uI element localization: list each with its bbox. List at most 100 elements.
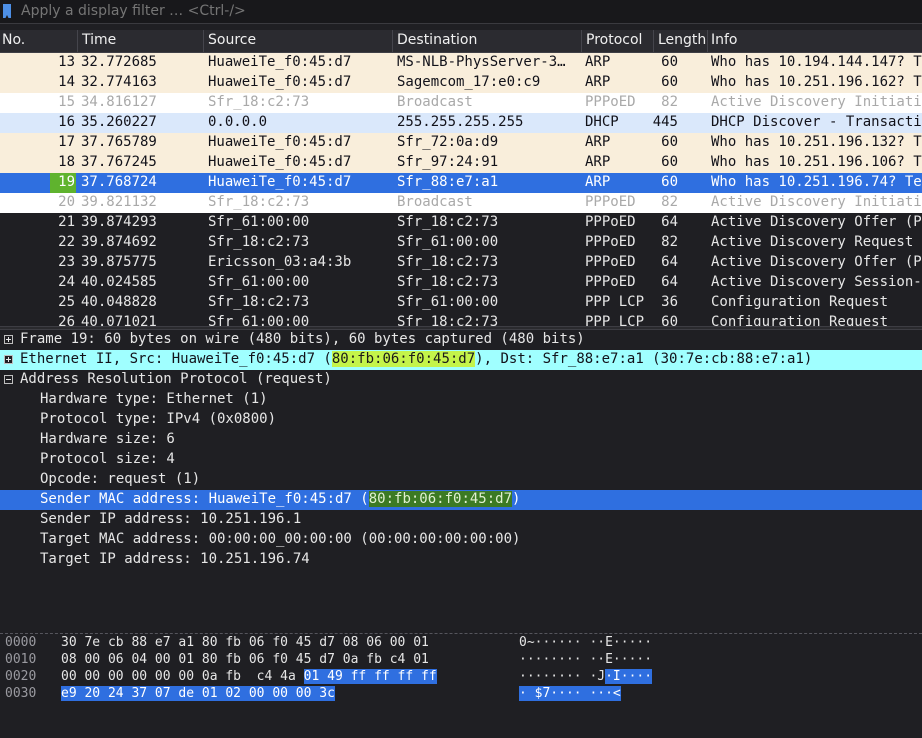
cell-len: 64 (661, 274, 678, 290)
hex-line[interactable]: 0000 30 7e cb 88 e7 a1 80 fb 06 f0 45 d7… (0, 635, 922, 652)
cell-no: 23 (58, 254, 75, 270)
packet-row[interactable]: 21 39.874293 Sfr_61:00:00 Sfr_18:c2:73 PPPoE… (0, 213, 922, 233)
packet-row[interactable]: 20 39.821132 Sfr_18:c2:73 Broadcast PPPoED 82… (0, 193, 922, 213)
cell-dst: Sagemcom_17:e0:c9 (397, 74, 541, 90)
col-length[interactable]: Length (658, 32, 706, 48)
detail-opcode[interactable]: Opcode: request (1) (0, 470, 922, 490)
cell-len: 82 (661, 94, 678, 110)
bookmark-icon[interactable] (3, 4, 11, 19)
cell-len: 36 (661, 294, 678, 310)
cell-info: Configuration Request (711, 294, 889, 310)
cell-dst: Sfr_18:c2:73 (397, 314, 499, 326)
cell-no: 21 (58, 214, 75, 230)
packet-bytes: 0000 30 7e cb 88 e7 a1 80 fb 06 f0 45 d7… (0, 633, 922, 738)
packet-row[interactable]: 15 34.816127 Sfr_18:c2:73 Broadcast PPPoED 82… (0, 93, 922, 113)
cell-no: 16 (58, 114, 75, 130)
packet-row[interactable]: 22 39.874692 Sfr_18:c2:73 Sfr_61:00:00 PPPoE… (0, 233, 922, 253)
cell-no: 14 (58, 74, 75, 90)
col-destination[interactable]: Destination (397, 32, 477, 48)
cell-len: 82 (661, 234, 678, 250)
cell-src: HuaweiTe_f0:45:d7 (208, 174, 352, 190)
packet-row[interactable]: 16 35.260227 0.0.0.0 255.255.255.255 DHCP 445… (0, 113, 922, 133)
cell-dst: MS-NLB-PhysServer-3… (397, 54, 566, 70)
cell-time: 35.260227 (81, 114, 157, 130)
cell-src: Sfr_18:c2:73 (208, 234, 310, 250)
packet-row[interactable]: 26 40.071021 Sfr_61:00:00 Sfr_18:c2:73 PPP L… (0, 313, 922, 326)
cell-src: Sfr_61:00:00 (208, 214, 310, 230)
col-time[interactable]: Time (82, 32, 116, 48)
cell-proto: PPP LCP (585, 294, 645, 310)
cell-len: 445 (652, 114, 678, 130)
cell-no: 25 (58, 294, 75, 310)
hex-line[interactable]: 0030 e9 20 24 37 07 de 01 02 00 00 00 3c… (0, 686, 922, 703)
packet-row[interactable]: 24 40.024585 Sfr_61:00:00 Sfr_18:c2:73 PPPoE… (0, 273, 922, 293)
packet-row[interactable]: 23 39.875775 Ericsson_03:a4:3b Sfr_18:c2:73… (0, 253, 922, 273)
hex-line[interactable]: 0010 08 00 06 04 00 01 80 fb 06 f0 45 d7… (0, 652, 922, 669)
cell-no: 20 (58, 194, 75, 210)
detail-frame[interactable]: Frame 19: 60 bytes on wire (480 bits), 6… (0, 330, 922, 350)
cell-proto: DHCP (585, 114, 619, 130)
detail-target-ip[interactable]: Target IP address: 10.251.196.74 (0, 550, 922, 570)
detail-protocol-type[interactable]: Protocol type: IPv4 (0x0800) (0, 410, 922, 430)
detail-protocol-size[interactable]: Protocol size: 4 (0, 450, 922, 470)
cell-info: Who has 10.251.196.132? Tell 10.251.196.… (711, 134, 922, 150)
cell-time: 34.816127 (81, 94, 157, 110)
cell-proto: PPP LCP (585, 314, 645, 326)
cell-src: HuaweiTe_f0:45:d7 (208, 54, 352, 70)
packet-row[interactable]: 17 37.765789 HuaweiTe_f0:45:d7 Sfr_72:0a:d9… (0, 133, 922, 153)
detail-arp[interactable]: Address Resolution Protocol (request) (0, 370, 922, 390)
cell-info: Who has 10.251.196.74? Tell 10.251.196.1 (711, 174, 922, 190)
detail-hardware-type[interactable]: Hardware type: Ethernet (1) (0, 390, 922, 410)
cell-dst: Sfr_97:24:91 (397, 154, 499, 170)
cell-proto: PPPoED (585, 94, 636, 110)
cell-len: 82 (661, 194, 678, 210)
col-source[interactable]: Source (208, 32, 256, 48)
cell-dst: Sfr_88:e7:a1 (397, 174, 499, 190)
cell-src: Sfr_18:c2:73 (208, 294, 310, 310)
cell-src: Sfr_18:c2:73 (208, 94, 310, 110)
cell-len: 60 (661, 74, 678, 90)
cell-proto: PPPoED (585, 214, 636, 230)
detail-target-mac[interactable]: Target MAC address: 00:00:00_00:00:00 (0… (0, 530, 922, 550)
packet-row[interactable]: 13 32.772685 HuaweiTe_f0:45:d7 MS-NLB-PhysS… (0, 53, 922, 73)
cell-src: Sfr_61:00:00 (208, 274, 310, 290)
cell-src: Sfr_61:00:00 (208, 314, 310, 326)
cell-dst: Broadcast (397, 194, 473, 210)
cell-proto: PPPoED (585, 234, 636, 250)
col-protocol[interactable]: Protocol (586, 32, 642, 48)
cell-no: 22 (58, 234, 75, 250)
cell-no: 15 (58, 94, 75, 110)
expand-icon[interactable] (4, 355, 13, 364)
detail-hardware-size[interactable]: Hardware size: 6 (0, 430, 922, 450)
col-no[interactable]: No. (2, 32, 25, 48)
cell-no: 18 (58, 154, 75, 170)
cell-time: 32.772685 (81, 54, 157, 70)
collapse-icon[interactable] (4, 375, 13, 384)
packet-row[interactable]: 19 37.768724 HuaweiTe_f0:45:d7 Sfr_88:e7:a1… (0, 173, 922, 193)
detail-ethernet[interactable]: Ethernet II, Src: HuaweiTe_f0:45:d7 (80:… (0, 350, 922, 370)
packet-row[interactable]: 18 37.767245 HuaweiTe_f0:45:d7 Sfr_97:24:91… (0, 153, 922, 173)
expand-icon[interactable] (4, 335, 13, 344)
cell-no: 24 (58, 274, 75, 290)
cell-time: 39.874293 (81, 214, 157, 230)
cell-proto: ARP (585, 154, 611, 170)
cell-dst: Sfr_72:0a:d9 (397, 134, 499, 150)
cell-proto: ARP (585, 174, 611, 190)
cell-src: 0.0.0.0 (208, 114, 268, 130)
cell-len: 60 (661, 134, 678, 150)
cell-src: HuaweiTe_f0:45:d7 (208, 134, 352, 150)
packet-row[interactable]: 14 32.774163 HuaweiTe_f0:45:d7 Sagemcom_17:… (0, 73, 922, 93)
packet-row[interactable]: 25 40.048828 Sfr_18:c2:73 Sfr_61:00:00 PPP L… (0, 293, 922, 313)
cell-info: DHCP Discover - Transaction ID (711, 114, 922, 130)
cell-proto: PPPoED (585, 254, 636, 270)
cell-time: 39.875775 (81, 254, 157, 270)
cell-info: Active Discovery Offer (PADO) (711, 214, 922, 230)
display-filter-input[interactable] (21, 3, 901, 19)
cell-dst: Sfr_61:00:00 (397, 234, 499, 250)
hex-line[interactable]: 0020 00 00 00 00 00 00 0a fb c4 4a 01 49… (0, 669, 922, 686)
cell-info: Active Discovery Offer (PADO) (711, 254, 922, 270)
cell-time: 40.048828 (81, 294, 157, 310)
col-info[interactable]: Info (711, 32, 738, 48)
detail-sender-ip[interactable]: Sender IP address: 10.251.196.1 (0, 510, 922, 530)
detail-sender-mac[interactable]: Sender MAC address: HuaweiTe_f0:45:d7 (8… (0, 490, 922, 510)
